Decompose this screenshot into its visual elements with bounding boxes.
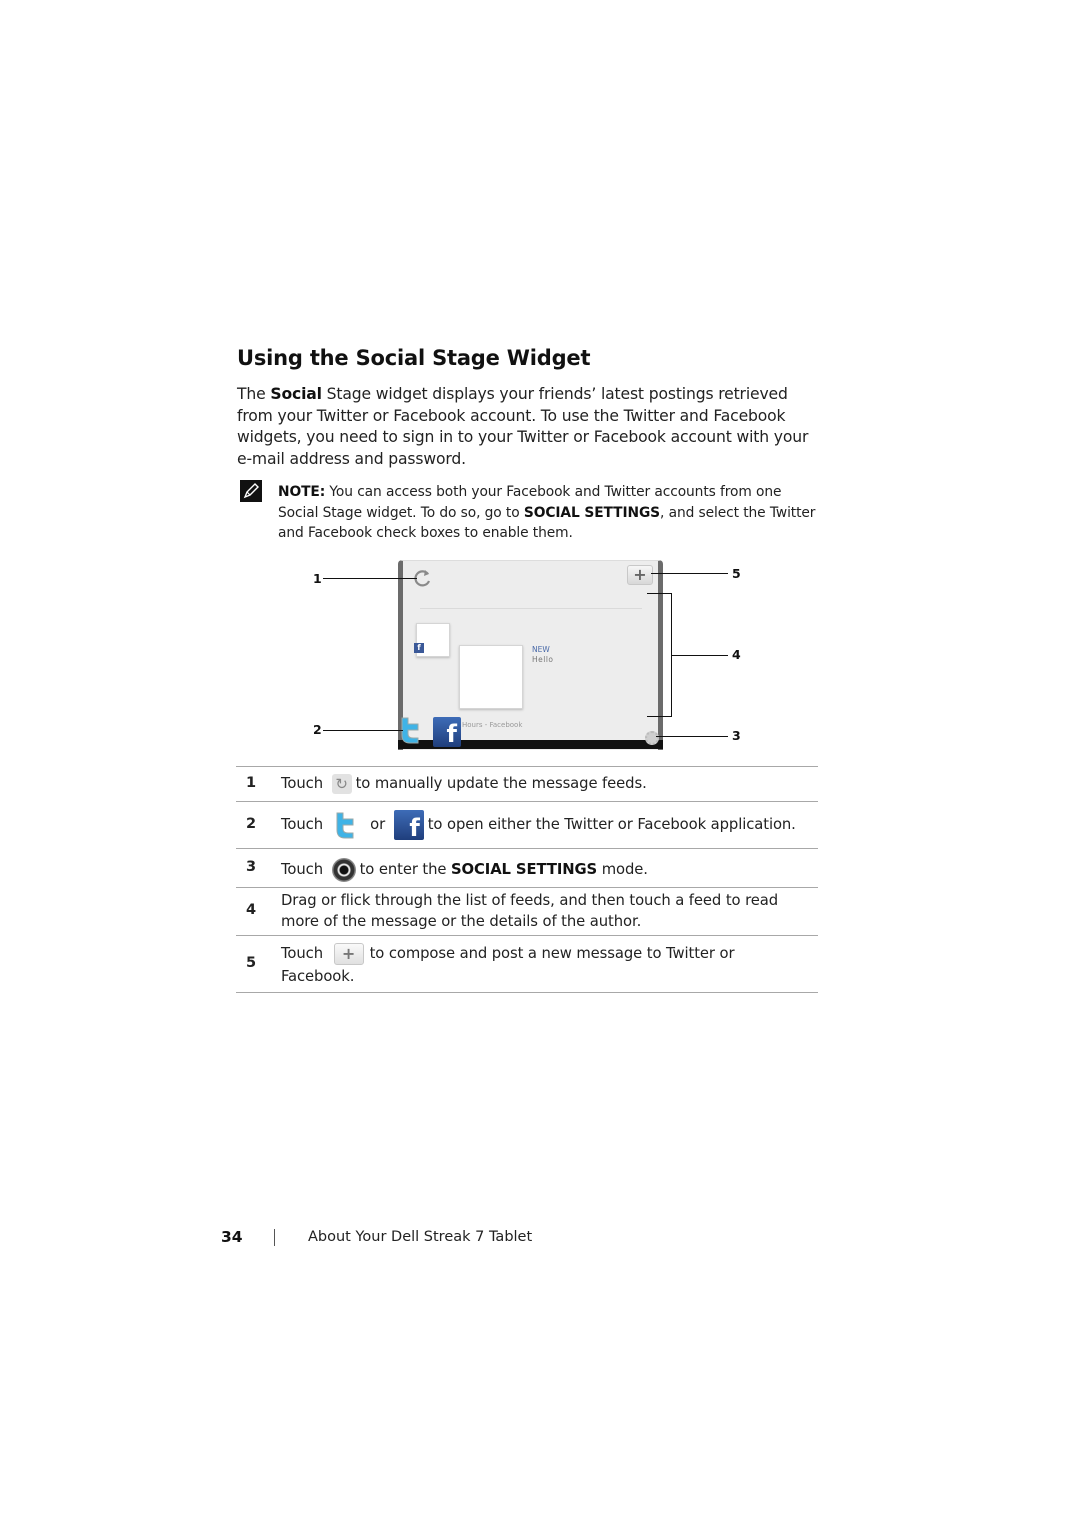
- callout-bracket-top: [647, 593, 672, 594]
- plus-icon: +: [333, 943, 364, 965]
- pencil-note-icon: [240, 480, 262, 502]
- row-pre: Touch: [281, 775, 328, 792]
- callout-5: 5: [732, 566, 741, 581]
- row-text: Drag or flick through the list of feeds,…: [281, 891, 778, 932]
- gear-icon: [331, 858, 356, 882]
- feed-meta: Hours - Facebook: [462, 721, 523, 729]
- row-post-b: mode.: [597, 861, 648, 878]
- row-pre: Touch: [281, 861, 328, 878]
- widget-divider: [420, 608, 642, 609]
- row-post: to manually update the message feeds.: [355, 775, 647, 792]
- intro-paragraph: The Social Stage widget displays your fr…: [237, 384, 827, 471]
- row-text: Touch or f to open either the Twitter or …: [281, 810, 796, 840]
- intro-bold: Social: [270, 385, 322, 403]
- table-row: 4 Drag or flick through the list of feed…: [236, 887, 818, 935]
- table-row: 5 Touch + to compose and post a new messa…: [236, 935, 818, 993]
- callout-bracket-bottom: [647, 716, 672, 717]
- row-bold: SOCIAL SETTINGS: [451, 861, 598, 878]
- row-post: to open either the Twitter or Facebook a…: [427, 816, 796, 833]
- row-post: to compose and post a new message to Twi…: [369, 945, 735, 962]
- table-row: 3 Touch to enter the SOCIAL SETTINGS mod…: [236, 848, 818, 887]
- row-line-2: Facebook.: [281, 968, 355, 985]
- row-text: Touch + to compose and post a new message…: [281, 942, 735, 988]
- table-row: 1 Touch ↻ to manually update the message …: [236, 766, 818, 801]
- table-row: 2 Touch or f to open either the Twitter o…: [236, 801, 818, 848]
- row-pre: Touch: [281, 945, 328, 962]
- row-number: 4: [246, 902, 257, 918]
- callout-line-3: [656, 736, 728, 737]
- callout-3: 3: [732, 728, 741, 743]
- callout-2: 2: [313, 722, 322, 737]
- note-bold: SOCIAL SETTINGS: [523, 504, 661, 521]
- refresh-icon: ↻: [331, 774, 352, 794]
- row-number: 1: [246, 775, 257, 791]
- intro-lead: The: [237, 385, 271, 403]
- compose-button[interactable]: +: [627, 565, 653, 585]
- callout-table: 1 Touch ↻ to manually update the message …: [236, 766, 818, 993]
- facebook-icon: f: [393, 810, 424, 840]
- row-number: 2: [246, 816, 257, 832]
- facebook-icon[interactable]: f: [433, 717, 461, 747]
- callout-1: 1: [313, 571, 322, 586]
- feed-message[interactable]: Hello: [532, 655, 554, 664]
- row-post-a: to enter the: [359, 861, 451, 878]
- row-mid: or: [365, 816, 390, 833]
- section-title: Using the Social Stage Widget: [237, 346, 591, 370]
- feed-status: NEW: [532, 645, 550, 654]
- row-text: Touch ↻ to manually update the message fe…: [281, 774, 647, 795]
- settings-gear-icon[interactable]: [645, 731, 659, 745]
- row-number: 5: [246, 955, 257, 971]
- note-label: NOTE:: [278, 484, 326, 500]
- intro-rest: Stage widget displays your friends’ late…: [237, 385, 809, 469]
- twitter-icon: [332, 810, 362, 840]
- note-text: NOTE: You can access both your Facebook …: [278, 482, 823, 544]
- feed-avatar-large[interactable]: [459, 645, 523, 709]
- callout-line-4: [672, 655, 728, 656]
- callout-line-5: [651, 573, 728, 574]
- row-line-1: Drag or flick through the list of feeds,…: [281, 892, 778, 909]
- row-text: Touch to enter the SOCIAL SETTINGS mode.: [281, 858, 648, 882]
- callout-line-2: [323, 730, 403, 731]
- footer-separator: [274, 1229, 275, 1246]
- row-number: 3: [246, 859, 257, 875]
- facebook-badge-icon: f: [414, 643, 424, 653]
- callout-4: 4: [732, 647, 741, 662]
- chapter-title: About Your Dell Streak 7 Tablet: [308, 1229, 533, 1245]
- row-pre: Touch: [281, 816, 328, 833]
- page-number: 34: [221, 1228, 243, 1246]
- row-line-2: more of the message or the details of th…: [281, 912, 642, 930]
- callout-line-1: [323, 578, 417, 579]
